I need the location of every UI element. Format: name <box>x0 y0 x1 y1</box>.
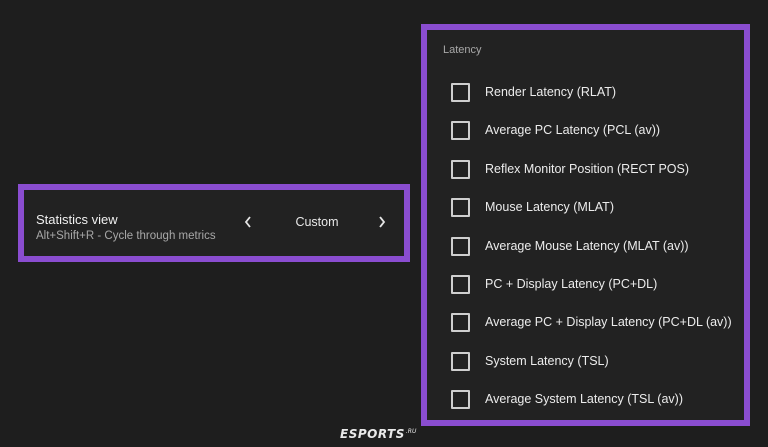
esports-watermark-logo: ESPORTS.RU <box>340 427 416 441</box>
latency-option-pc-dl-av[interactable]: Average PC + Display Latency (PC+DL (av)… <box>451 312 741 350</box>
latency-option-label: PC + Display Latency (PC+DL) <box>485 276 658 291</box>
latency-option-label: Reflex Monitor Position (RECT POS) <box>485 161 689 176</box>
latency-option-label: Average PC + Display Latency (PC+DL (av)… <box>485 315 732 330</box>
latency-section-header: Latency <box>443 44 482 56</box>
statistics-view-title: Statistics view <box>36 212 118 227</box>
latency-option-label: Average Mouse Latency (MLAT (av)) <box>485 238 689 253</box>
watermark-suffix: .RU <box>405 428 417 435</box>
latency-option-label: Render Latency (RLAT) <box>485 85 617 99</box>
checkbox[interactable] <box>451 236 470 256</box>
checkbox[interactable] <box>451 274 470 294</box>
latency-option-label: Mouse Latency (MLAT) <box>485 200 614 215</box>
checkbox[interactable] <box>451 121 470 141</box>
checkbox[interactable] <box>451 351 470 371</box>
checkbox[interactable] <box>451 198 470 218</box>
chevron-right-icon[interactable] <box>372 212 392 234</box>
latency-option-pcl-av[interactable]: Average PC Latency (PCL (av)) <box>451 120 741 158</box>
watermark-text: ESPORTS <box>340 427 405 441</box>
statistics-view-hotkey-hint: Alt+Shift+R - Cycle through metrics <box>36 230 216 242</box>
statistics-view-selector: Custom <box>232 212 392 234</box>
latency-panel: Latency Render Latency (RLAT) Average PC… <box>421 24 750 426</box>
latency-option-mlat[interactable]: Mouse Latency (MLAT) <box>451 197 741 235</box>
checkbox[interactable] <box>451 159 470 179</box>
latency-option-label: Average PC Latency (PCL (av)) <box>485 123 661 138</box>
chevron-left-icon[interactable] <box>238 212 258 234</box>
latency-options-list: Render Latency (RLAT) Average PC Latency… <box>451 82 741 428</box>
latency-option-mlat-av[interactable]: Average Mouse Latency (MLAT (av)) <box>451 236 741 274</box>
latency-option-pc-dl[interactable]: PC + Display Latency (PC+DL) <box>451 274 741 312</box>
latency-option-rlat[interactable]: Render Latency (RLAT) <box>451 82 741 120</box>
checkbox[interactable] <box>451 83 470 102</box>
statistics-view-panel: Statistics view Alt+Shift+R - Cycle thro… <box>18 184 410 262</box>
latency-option-tsl[interactable]: System Latency (TSL) <box>451 351 741 389</box>
latency-option-tsl-av[interactable]: Average System Latency (TSL (av)) <box>451 389 741 427</box>
latency-option-label: System Latency (TSL) <box>485 353 609 368</box>
latency-option-rect-pos[interactable]: Reflex Monitor Position (RECT POS) <box>451 159 741 197</box>
checkbox[interactable] <box>451 390 470 410</box>
latency-option-label: Average System Latency (TSL (av)) <box>485 392 683 407</box>
statistics-view-value: Custom <box>295 215 339 229</box>
checkbox[interactable] <box>451 313 470 333</box>
